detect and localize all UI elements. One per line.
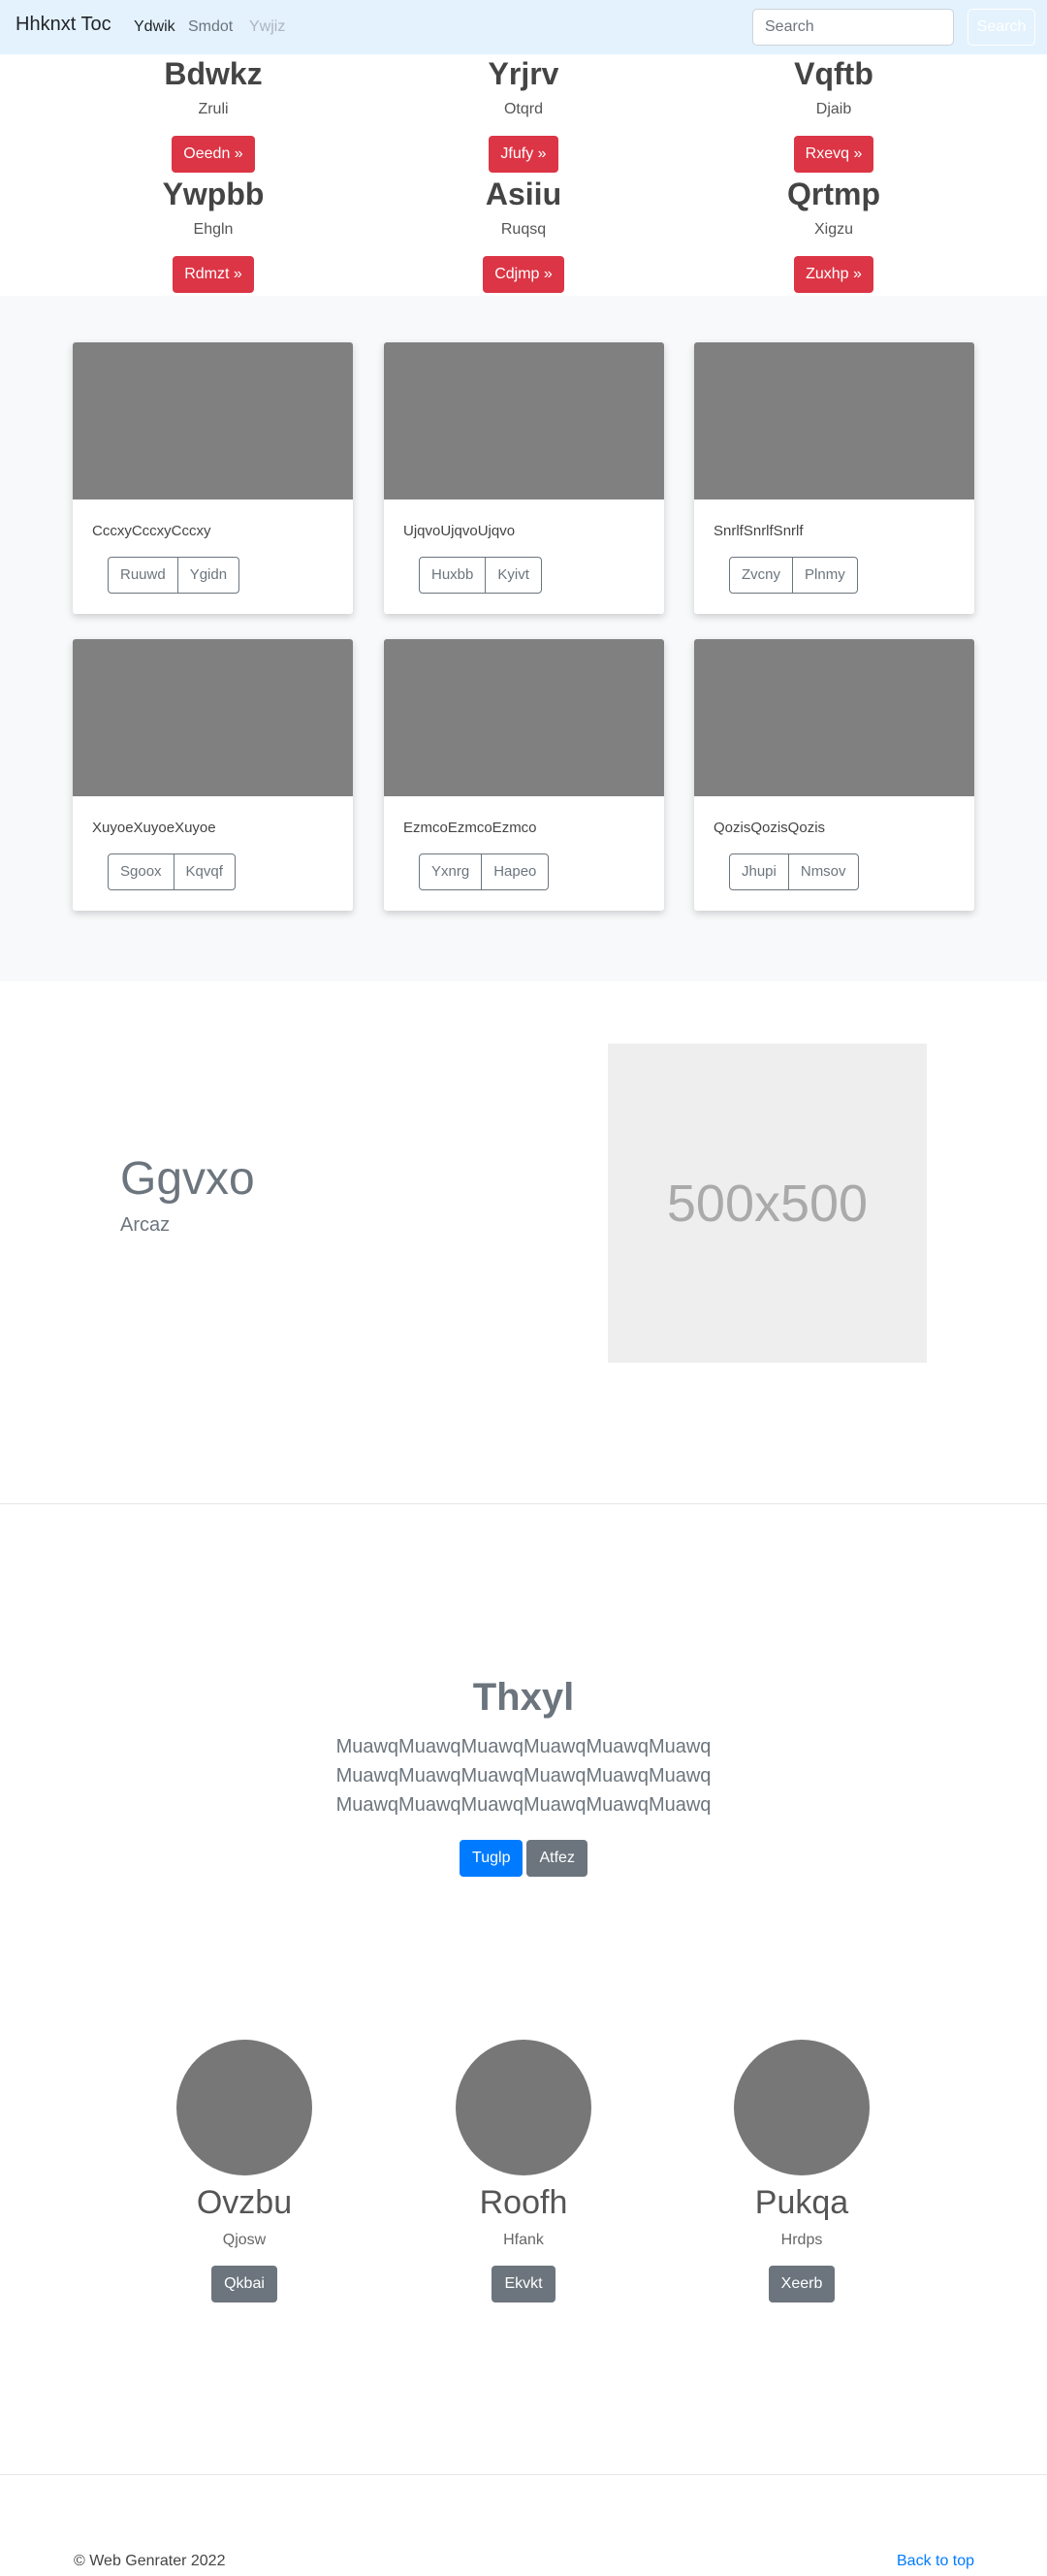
footer-copyright: © Web Genrater 2022 <box>74 2553 226 2569</box>
feature-button[interactable]: Zuxhp » <box>794 256 873 293</box>
card-button-group: Yxnrg Hapeo <box>419 853 550 890</box>
feature-button[interactable]: Rdmzt » <box>173 256 254 293</box>
album-card: EzmcoEzmcoEzmco Yxnrg Hapeo <box>384 639 664 911</box>
card-button-group: Zvcny Plnmy <box>729 557 858 594</box>
card-button-view[interactable]: Jhupi <box>729 853 789 890</box>
member-name: Pukqa <box>754 2184 849 2221</box>
jumbotron-line: MuawqMuawqMuawqMuawqMuawqMuawq <box>335 1765 712 1787</box>
placeholder-label: 500x500 <box>666 1174 869 1233</box>
card-text: CccxyCccxyCccxy <box>92 523 211 539</box>
feature-item: Asiiu Ruqsq Cdjmp » <box>359 177 688 293</box>
jumbotron-lead: MuawqMuawqMuawqMuawqMuawqMuawq MuawqMuaw… <box>0 1732 1047 1819</box>
feature-item: Vqftb Djaib Rxevq » <box>669 56 999 173</box>
feature-title: Vqftb <box>794 56 873 91</box>
album-card: QozisQozisQozis Jhupi Nmsov <box>694 639 974 911</box>
card-button-view[interactable]: Huxbb <box>419 557 487 594</box>
team-member: Pukqa Hrdps Xeerb <box>661 2040 942 2302</box>
feature-title: Yrjrv <box>488 56 559 91</box>
card-button-edit[interactable]: Ygidn <box>176 557 240 594</box>
navbar-brand[interactable]: Hhknxt Toc <box>16 14 111 36</box>
card-text: XuyoeXuyoeXuyoe <box>92 820 216 836</box>
nav-link-ydwik[interactable]: Ydwik <box>134 18 175 36</box>
card-text: SnrlfSnrlfSnrlf <box>714 523 804 539</box>
feature-subtitle: Zruli <box>198 101 229 117</box>
member-name: Roofh <box>479 2184 568 2221</box>
featurette-subheading: Arcaz <box>120 1214 171 1236</box>
feature-title: Qrtmp <box>787 177 880 211</box>
member-button[interactable]: Qkbai <box>211 2266 277 2302</box>
member-role: Hrdps <box>780 2232 823 2248</box>
jumbotron-primary-button[interactable]: Tuglp <box>460 1840 524 1877</box>
search-input[interactable] <box>752 9 954 46</box>
section-divider <box>0 1503 1047 1504</box>
album-card: CccxyCccxyCccxy Ruuwd Ygidn <box>73 342 353 614</box>
card-button-view[interactable]: Ruuwd <box>108 557 178 594</box>
feature-subtitle: Xigzu <box>813 221 854 238</box>
back-to-top-link[interactable]: Back to top <box>897 2553 974 2570</box>
feature-item: Ywpbb Ehgln Rdmzt » <box>48 177 378 293</box>
featurette-heading: Ggvxo <box>120 1153 255 1205</box>
section-divider <box>0 2474 1047 2475</box>
card-button-edit[interactable]: Kqvqf <box>173 853 236 890</box>
card-button-edit[interactable]: Kyivt <box>485 557 542 594</box>
card-image-placeholder <box>694 639 974 796</box>
nav-link-ywjiz: Ywjiz <box>249 18 286 35</box>
jumbotron-title: Thxyl <box>472 1676 575 1719</box>
member-button[interactable]: Ekvkt <box>492 2266 555 2302</box>
feature-item: Yrjrv Otqrd Jfufy » <box>359 56 688 173</box>
card-button-view[interactable]: Zvcny <box>729 557 794 594</box>
feature-title: Ywpbb <box>162 177 265 211</box>
navbar: Hhknxt Toc Ydwik Smdot Ywjiz Search <box>0 0 1047 54</box>
avatar <box>456 2040 591 2175</box>
feature-subtitle: Ruqsq <box>500 221 547 238</box>
album-card: XuyoeXuyoeXuyoe Sgoox Kqvqf <box>73 639 353 911</box>
feature-subtitle: Ehgln <box>193 221 234 238</box>
avatar <box>176 2040 312 2175</box>
member-button[interactable]: Xeerb <box>768 2266 836 2302</box>
card-image-placeholder <box>73 639 353 796</box>
card-button-view[interactable]: Sgoox <box>108 853 174 890</box>
feature-button[interactable]: Rxevq » <box>793 136 874 173</box>
card-image-placeholder <box>384 342 664 499</box>
jumbotron-line: MuawqMuawqMuawqMuawqMuawqMuawq <box>335 1736 712 1757</box>
feature-subtitle: Djaib <box>815 101 852 117</box>
team-member: Roofh Hfank Ekvkt <box>383 2040 664 2302</box>
nav-link-smdot[interactable]: Smdot <box>188 18 233 36</box>
jumbotron-buttons: Tuglp Atfez <box>0 1840 1047 1877</box>
feature-subtitle: Otqrd <box>503 101 543 117</box>
feature-button[interactable]: Cdjmp » <box>483 256 564 293</box>
card-button-view[interactable]: Yxnrg <box>419 853 483 890</box>
member-role: Hfank <box>503 2232 544 2248</box>
card-button-group: Ruuwd Ygidn <box>108 557 240 594</box>
team-member: Ovzbu Qjosw Qkbai <box>104 2040 385 2302</box>
card-image-placeholder <box>694 342 974 499</box>
card-text: QozisQozisQozis <box>714 820 826 836</box>
feature-button[interactable]: Oeedn » <box>172 136 255 173</box>
jumbotron-secondary-button[interactable]: Atfez <box>526 1840 587 1877</box>
feature-item: Qrtmp Xigzu Zuxhp » <box>669 177 999 293</box>
featurette-image-placeholder: 500x500 <box>608 1044 927 1363</box>
feature-title: Bdwkz <box>164 56 263 91</box>
member-role: Qjosw <box>222 2232 267 2248</box>
card-button-group: Huxbb Kyivt <box>419 557 542 594</box>
card-button-group: Jhupi Nmsov <box>729 853 859 890</box>
card-button-group: Sgoox Kqvqf <box>108 853 236 890</box>
album-card: UjqvoUjqvoUjqvo Huxbb Kyivt <box>384 342 664 614</box>
album-card: SnrlfSnrlfSnrlf Zvcny Plnmy <box>694 342 974 614</box>
feature-button[interactable]: Jfufy » <box>489 136 558 173</box>
card-button-edit[interactable]: Plnmy <box>792 557 858 594</box>
feature-title: Asiiu <box>485 177 562 211</box>
search-button[interactable]: Search <box>968 9 1035 46</box>
feature-item: Bdwkz Zruli Oeedn » <box>48 56 378 173</box>
member-name: Ovzbu <box>196 2184 293 2221</box>
card-image-placeholder <box>73 342 353 499</box>
card-button-edit[interactable]: Hapeo <box>481 853 550 890</box>
card-text: EzmcoEzmcoEzmco <box>403 820 537 836</box>
card-button-edit[interactable]: Nmsov <box>787 853 859 890</box>
jumbotron-line: MuawqMuawqMuawqMuawqMuawqMuawq <box>335 1794 712 1816</box>
card-image-placeholder <box>384 639 664 796</box>
avatar <box>734 2040 870 2175</box>
card-text: UjqvoUjqvoUjqvo <box>403 523 516 539</box>
